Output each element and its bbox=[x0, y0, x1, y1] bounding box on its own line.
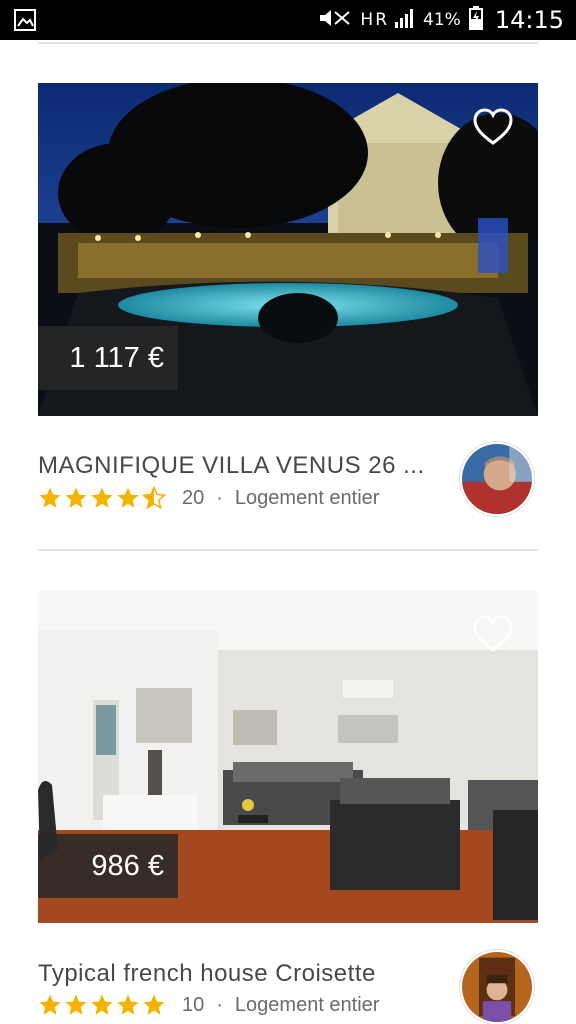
battery-icon bbox=[468, 5, 483, 35]
room-type: Logement entier bbox=[234, 486, 380, 509]
room-type: Logement entier bbox=[234, 993, 380, 1016]
price-label: 1 117 € bbox=[69, 341, 164, 374]
meta-separator: · bbox=[216, 993, 223, 1016]
review-count: 10 bbox=[182, 993, 205, 1016]
roaming-label: R bbox=[375, 10, 388, 30]
star-icon bbox=[91, 487, 113, 508]
listing-photo-villa[interactable]: 1 117 € bbox=[38, 83, 538, 416]
listing-title[interactable]: Typical french house Croisette bbox=[38, 960, 448, 988]
star-icon bbox=[143, 994, 165, 1015]
listing-photo-house[interactable]: 986 € bbox=[38, 590, 538, 923]
price-tag: 1 117 € bbox=[38, 326, 178, 390]
listing-meta: 10 · Logement entier bbox=[38, 991, 379, 1019]
mute-icon bbox=[318, 7, 352, 34]
meta-separator: · bbox=[216, 486, 223, 509]
signal-icon bbox=[395, 7, 415, 34]
status-bar: H R 41% 14:15 bbox=[0, 0, 576, 40]
heart-outline-icon[interactable] bbox=[472, 107, 514, 147]
star-icon bbox=[117, 487, 139, 508]
star-half-icon bbox=[142, 486, 166, 510]
battery-percent: 41% bbox=[423, 10, 461, 30]
top-divider bbox=[38, 42, 538, 44]
host-avatar[interactable] bbox=[460, 442, 534, 516]
rating-stars bbox=[38, 993, 166, 1017]
listing-divider bbox=[38, 549, 538, 551]
star-icon bbox=[39, 487, 61, 508]
star-icon bbox=[39, 994, 61, 1015]
heart-outline-icon[interactable] bbox=[472, 614, 514, 654]
host-avatar[interactable] bbox=[460, 950, 534, 1024]
price-tag: 986 € bbox=[38, 834, 178, 898]
rating-stars bbox=[38, 486, 166, 510]
star-icon bbox=[65, 487, 87, 508]
clock: 14:15 bbox=[494, 6, 564, 34]
price-label: 986 € bbox=[91, 849, 164, 882]
listing-title[interactable]: MAGNIFIQUE VILLA VENUS 26 ... bbox=[38, 452, 448, 480]
network-type-label: H bbox=[360, 10, 374, 30]
star-icon bbox=[117, 994, 139, 1015]
listing-meta: 20 · Logement entier bbox=[38, 484, 379, 512]
star-icon bbox=[91, 994, 113, 1015]
star-icon bbox=[65, 994, 87, 1015]
gallery-notification-icon bbox=[14, 9, 36, 31]
review-count: 20 bbox=[182, 486, 205, 509]
